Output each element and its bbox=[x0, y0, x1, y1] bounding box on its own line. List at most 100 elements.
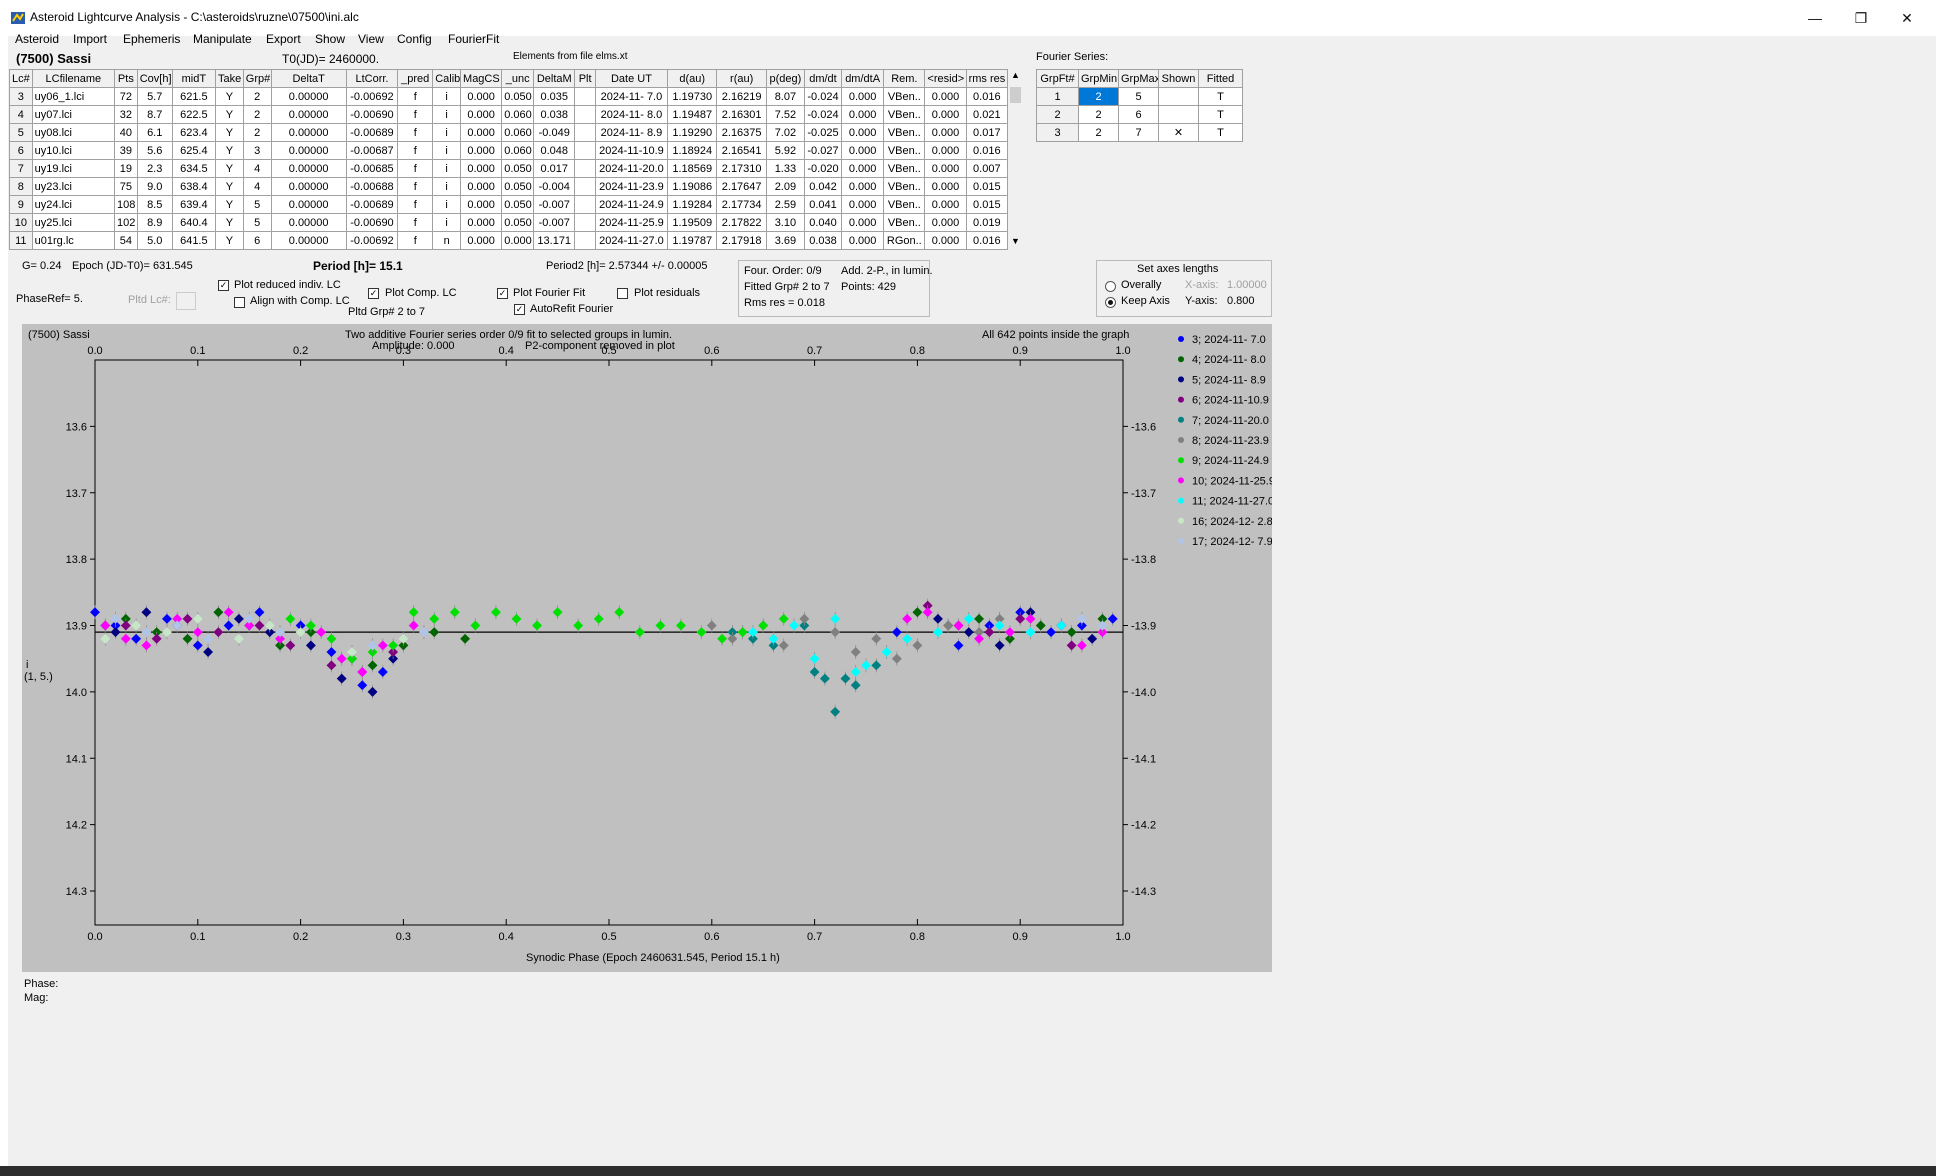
table-cell[interactable]: Y bbox=[214, 231, 244, 250]
table-cell[interactable]: uy10.lci bbox=[31, 141, 116, 160]
table-cell[interactable]: 75 bbox=[114, 177, 138, 196]
table-cell[interactable]: 0.017 bbox=[965, 123, 1009, 142]
fourier-row[interactable]: 3 2 7 ✕ T bbox=[1036, 123, 1243, 142]
table-cell[interactable]: u01rg.lc bbox=[31, 231, 116, 250]
table-cell[interactable]: VBen.. bbox=[883, 177, 926, 196]
table-cell[interactable]: 4 bbox=[9, 105, 33, 124]
table-cell[interactable]: 11 bbox=[9, 231, 33, 250]
table-cell[interactable]: 2.17918 bbox=[716, 231, 767, 250]
pltd-lc-spinner[interactable] bbox=[176, 292, 196, 310]
table-cell[interactable]: 2024-11- 7.0 bbox=[594, 87, 669, 106]
table-cell[interactable]: 0.000 bbox=[924, 105, 967, 124]
table-cell[interactable]: -0.007 bbox=[533, 213, 576, 232]
table-cell[interactable]: f bbox=[397, 213, 434, 232]
table-cell[interactable]: i bbox=[432, 123, 462, 142]
table-cell[interactable]: 0.000 bbox=[841, 87, 885, 106]
table-cell[interactable]: 7 bbox=[9, 159, 33, 178]
fourier-cell[interactable]: 2 bbox=[1078, 87, 1119, 106]
table-cell[interactable] bbox=[574, 213, 596, 232]
column-header[interactable]: MagCS bbox=[460, 69, 503, 88]
column-header[interactable]: rms res bbox=[965, 69, 1009, 88]
table-cell[interactable]: -0.00689 bbox=[345, 195, 399, 214]
table-row[interactable]: 7 uy19.lci 19 2.3 634.5 Y 4 0.00000 -0.00685 f i 0.… bbox=[9, 159, 1009, 178]
table-cell[interactable]: 3 bbox=[242, 141, 272, 160]
table-cell[interactable]: 2.17734 bbox=[716, 195, 767, 214]
table-cell[interactable]: i bbox=[432, 141, 462, 160]
table-cell[interactable]: 7.52 bbox=[765, 105, 805, 124]
fourier-cell[interactable]: 2 bbox=[1078, 123, 1119, 142]
table-cell[interactable]: 640.4 bbox=[171, 213, 216, 232]
table-cell[interactable]: 0.000 bbox=[460, 105, 503, 124]
table-cell[interactable]: 0.016 bbox=[965, 87, 1009, 106]
table-cell[interactable]: uy23.lci bbox=[31, 177, 116, 196]
table-cell[interactable]: Y bbox=[214, 177, 244, 196]
table-cell[interactable]: 0.019 bbox=[965, 213, 1009, 232]
column-header[interactable]: DeltaT bbox=[270, 69, 347, 88]
table-cell[interactable]: 0.048 bbox=[533, 141, 576, 160]
fourier-cell[interactable]: 6 bbox=[1118, 105, 1159, 124]
table-cell[interactable]: 0.000 bbox=[841, 123, 885, 142]
table-cell[interactable]: 0.040 bbox=[803, 213, 843, 232]
table-cell[interactable]: 19 bbox=[114, 159, 138, 178]
table-cell[interactable]: 8.07 bbox=[765, 87, 805, 106]
table-cell[interactable]: 1.19284 bbox=[667, 195, 718, 214]
table-cell[interactable]: -0.024 bbox=[803, 105, 843, 124]
column-header[interactable]: Rem. bbox=[883, 69, 926, 88]
column-header[interactable]: <resid> bbox=[924, 69, 967, 88]
table-cell[interactable]: 2 bbox=[242, 87, 272, 106]
table-cell[interactable]: -0.027 bbox=[803, 141, 843, 160]
table-cell[interactable]: 0.00000 bbox=[270, 195, 347, 214]
plot-residuals-checkbox[interactable] bbox=[617, 288, 628, 299]
fourier-cell[interactable]: T bbox=[1198, 105, 1243, 124]
plot-fourier-checkbox[interactable]: ✓ bbox=[497, 288, 508, 299]
table-cell[interactable]: -0.00690 bbox=[345, 105, 399, 124]
table-cell[interactable]: 0.000 bbox=[841, 231, 885, 250]
table-cell[interactable]: n bbox=[432, 231, 462, 250]
fourier-cell[interactable]: T bbox=[1198, 87, 1243, 106]
table-cell[interactable]: i bbox=[432, 159, 462, 178]
table-cell[interactable]: 623.4 bbox=[171, 123, 216, 142]
table-cell[interactable]: 0.021 bbox=[965, 105, 1009, 124]
table-cell[interactable] bbox=[574, 177, 596, 196]
column-header[interactable]: _unc bbox=[501, 69, 535, 88]
table-cell[interactable]: 0.000 bbox=[460, 177, 503, 196]
table-cell[interactable]: 8 bbox=[9, 177, 33, 196]
table-cell[interactable]: 9.0 bbox=[136, 177, 173, 196]
table-cell[interactable]: Y bbox=[214, 159, 244, 178]
table-cell[interactable]: 1.19509 bbox=[667, 213, 718, 232]
table-cell[interactable]: 0.050 bbox=[501, 213, 535, 232]
table-cell[interactable]: f bbox=[397, 141, 434, 160]
column-header[interactable]: LCfilename bbox=[31, 69, 116, 88]
table-cell[interactable]: 0.050 bbox=[501, 195, 535, 214]
table-cell[interactable]: 0.015 bbox=[965, 177, 1009, 196]
table-cell[interactable]: -0.00692 bbox=[345, 231, 399, 250]
table-cell[interactable]: 5.0 bbox=[136, 231, 173, 250]
table-cell[interactable]: 0.000 bbox=[924, 123, 967, 142]
table-cell[interactable]: 0.000 bbox=[460, 159, 503, 178]
table-row[interactable]: 9 uy24.lci 108 8.5 639.4 Y 5 0.00000 -0.00689 f i 0… bbox=[9, 195, 1009, 214]
table-cell[interactable]: 0.016 bbox=[965, 141, 1009, 160]
table-cell[interactable]: 4 bbox=[242, 159, 272, 178]
table-cell[interactable]: 2024-11- 8.9 bbox=[594, 123, 669, 142]
menu-ephemeris[interactable]: Ephemeris bbox=[123, 32, 180, 46]
scroll-down-icon[interactable]: ▼ bbox=[1011, 236, 1020, 246]
table-cell[interactable]: 0.042 bbox=[803, 177, 843, 196]
table-row[interactable]: 3 uy06_1.lci 72 5.7 621.5 Y 2 0.00000 -0.00692 f i… bbox=[9, 87, 1009, 106]
autorefit-checkbox[interactable]: ✓ bbox=[514, 304, 525, 315]
table-cell[interactable]: 0.015 bbox=[965, 195, 1009, 214]
table-cell[interactable]: VBen.. bbox=[883, 123, 926, 142]
table-cell[interactable]: uy08.lci bbox=[31, 123, 116, 142]
table-cell[interactable]: 638.4 bbox=[171, 177, 216, 196]
table-cell[interactable]: 1.33 bbox=[765, 159, 805, 178]
table-cell[interactable]: 3.69 bbox=[765, 231, 805, 250]
minimize-button[interactable]: — bbox=[1792, 6, 1838, 30]
x-axis-value[interactable]: 1.00000 bbox=[1227, 279, 1267, 291]
table-cell[interactable]: -0.00689 bbox=[345, 123, 399, 142]
table-cell[interactable]: 0.000 bbox=[924, 177, 967, 196]
table-cell[interactable]: 2.16375 bbox=[716, 123, 767, 142]
table-cell[interactable]: 2.59 bbox=[765, 195, 805, 214]
table-cell[interactable]: uy19.lci bbox=[31, 159, 116, 178]
table-cell[interactable]: f bbox=[397, 87, 434, 106]
table-cell[interactable] bbox=[574, 231, 596, 250]
table-cell[interactable]: 0.041 bbox=[803, 195, 843, 214]
